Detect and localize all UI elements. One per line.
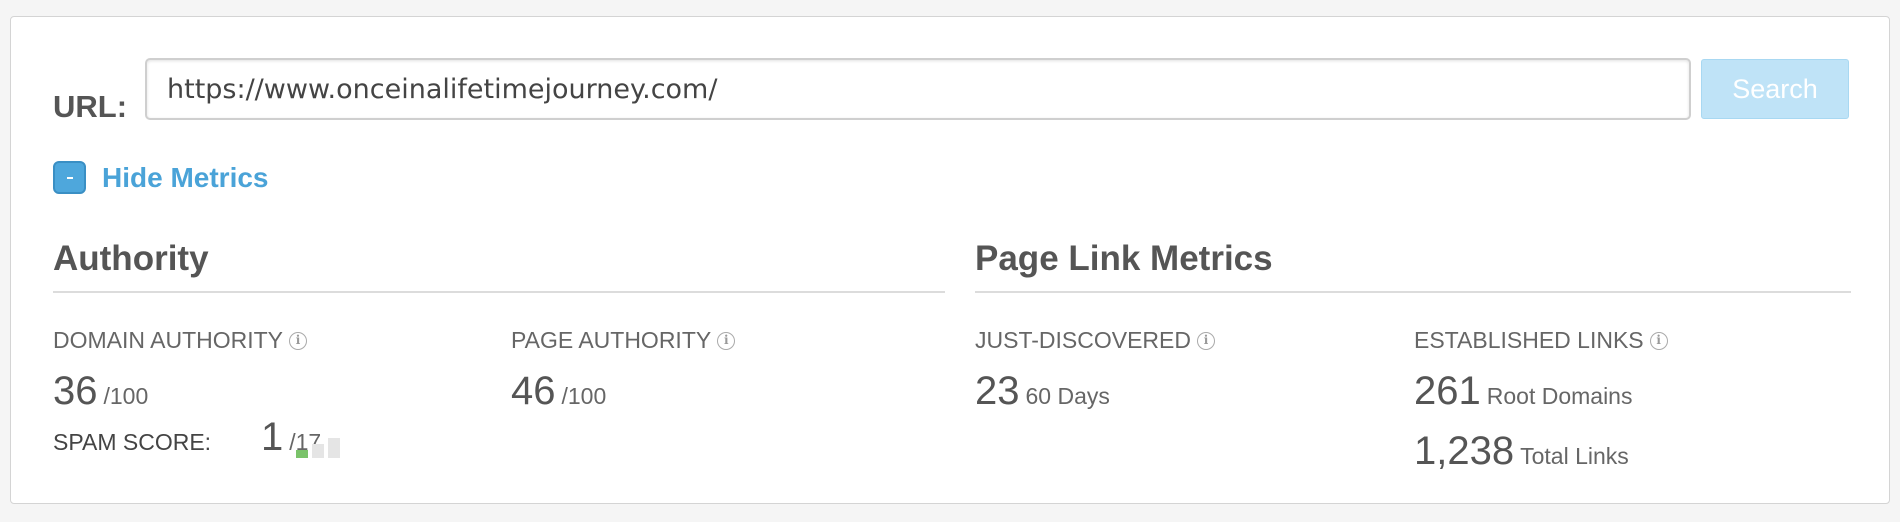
search-button[interactable]: Search [1701,59,1849,119]
root-domains-number: 261 [1414,369,1481,413]
page-authority-suffix: /100 [561,383,607,409]
root-domains-value: 261 Root Domains [1414,369,1632,414]
info-icon[interactable]: i [1196,331,1215,350]
spam-score-bars [296,434,356,458]
domain-authority-label: DOMAIN AUTHORITY i [53,327,308,354]
total-links-suffix: Total Links [1520,443,1629,469]
metrics-panel: URL: Search Hide Metrics Authority DOMAI… [10,16,1890,504]
just-discovered-number: 23 [975,369,1020,413]
info-icon[interactable]: i [289,331,308,350]
spam-bar-2 [312,444,324,458]
just-discovered-value: 23 60 Days [975,369,1110,414]
page-authority-value: 46/100 [511,369,606,414]
page-authority-text: PAGE AUTHORITY [511,327,712,353]
page-authority-label: PAGE AUTHORITY i [511,327,736,354]
spam-score-number: 1 [261,415,284,459]
authority-title: Authority [53,239,209,278]
just-discovered-label: JUST-DISCOVERED i [975,327,1215,354]
just-discovered-text: JUST-DISCOVERED [975,327,1191,353]
hide-metrics-label: Hide Metrics [102,161,269,193]
page-authority-number: 46 [511,369,556,413]
spam-bar-1 [296,450,308,458]
total-links-value: 1,238 Total Links [1414,429,1629,474]
info-icon[interactable]: i [1649,331,1668,350]
root-domains-suffix: Root Domains [1486,383,1633,409]
url-label: URL: [53,89,128,124]
hide-metrics-toggle[interactable]: Hide Metrics [53,161,269,194]
page-link-metrics-divider [975,291,1851,293]
domain-authority-number: 36 [53,369,98,413]
url-input[interactable] [145,58,1691,120]
spam-score-label: SPAM SCORE: [53,429,212,455]
established-links-text: ESTABLISHED LINKS [1414,327,1644,353]
spam-bar-3 [328,438,340,458]
domain-authority-text: DOMAIN AUTHORITY [53,327,284,353]
just-discovered-suffix: 60 Days [1025,383,1110,409]
established-links-label: ESTABLISHED LINKS i [1414,327,1668,354]
info-icon[interactable]: i [717,331,736,350]
page-link-metrics-title: Page Link Metrics [975,239,1273,278]
domain-authority-value: 36/100 [53,369,148,414]
domain-authority-suffix: /100 [103,383,149,409]
minus-square-icon [53,161,86,194]
authority-divider [53,291,945,293]
total-links-number: 1,238 [1414,429,1515,473]
